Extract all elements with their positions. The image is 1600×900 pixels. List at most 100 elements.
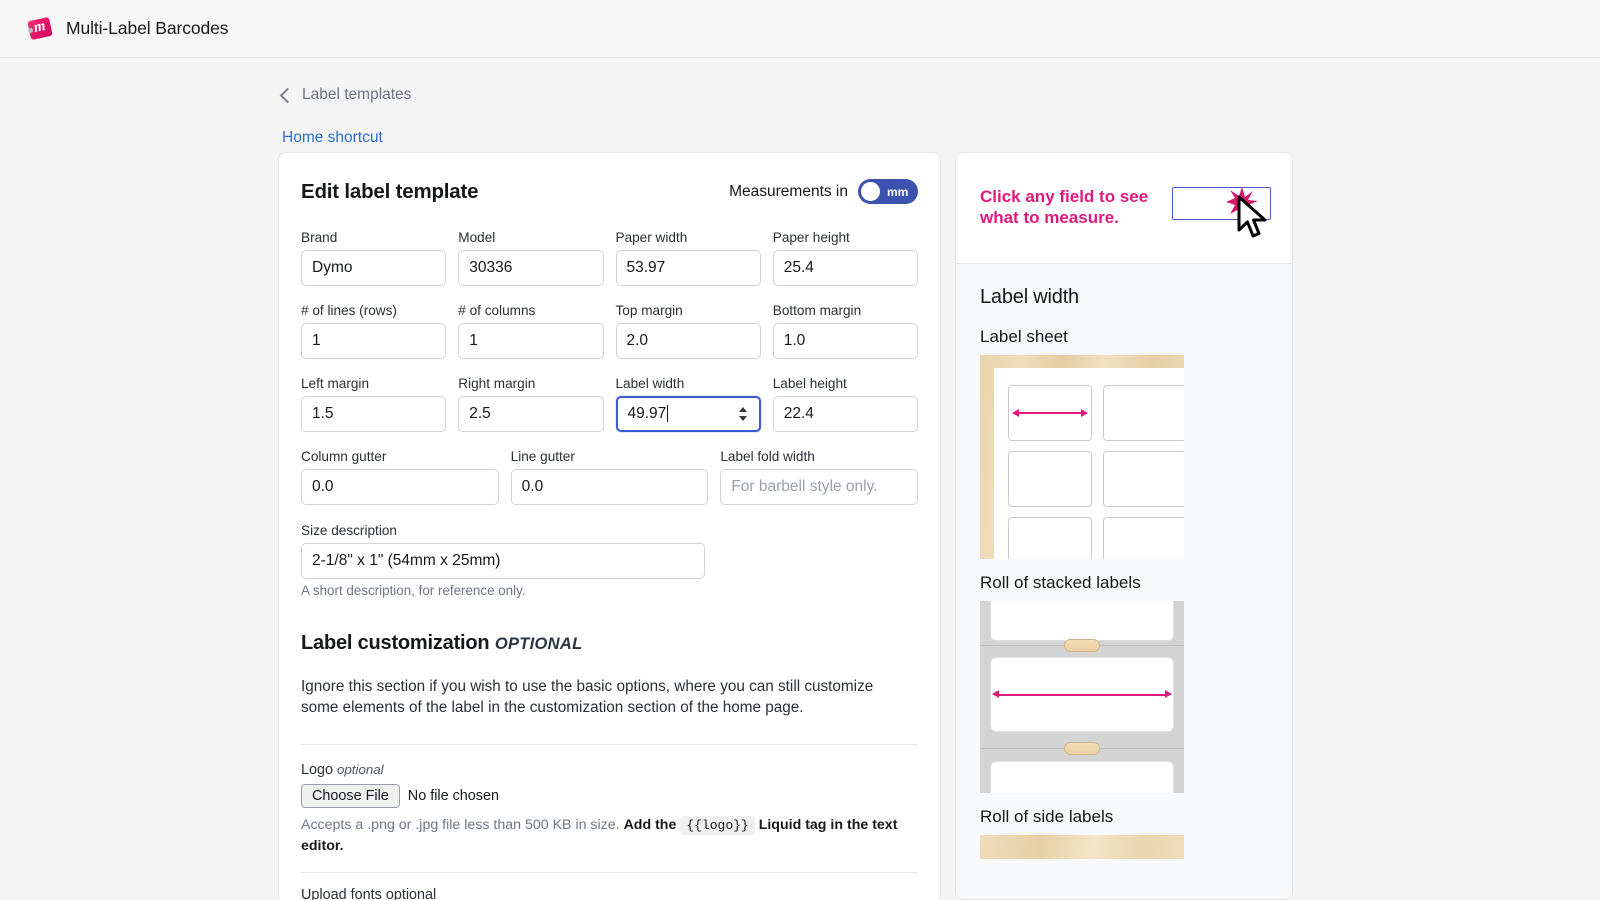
- field-paper-height: Paper height 25.4: [772, 230, 918, 286]
- sheet-label-cell: [1103, 451, 1184, 507]
- label-customization-heading-text: Label customization: [301, 632, 490, 654]
- measurement-hint-header: Click any field to see what to measure.: [956, 153, 1292, 264]
- text-caret: [667, 405, 669, 423]
- logo-note-add-the: Add the: [623, 817, 677, 834]
- right-margin-input[interactable]: 2.5: [458, 396, 604, 432]
- field-row-3: Left margin 1.5 Right margin 2.5 Label w…: [301, 376, 918, 432]
- top-margin-input[interactable]: 2.0: [615, 323, 761, 359]
- field-line-gutter: Line gutter 0.0: [510, 449, 709, 505]
- size-description-input[interactable]: 2-1/8" x 1" (54mm x 25mm): [301, 543, 705, 579]
- logo-optional-text: optional: [337, 762, 384, 778]
- fonts-section-divider: [301, 871, 918, 873]
- label-fold-width-input[interactable]: For barbell style only.: [720, 469, 918, 505]
- stepper-down-icon[interactable]: [738, 416, 747, 421]
- no-file-chosen-text: No file chosen: [407, 788, 499, 805]
- label-customization-optional-badge: OPTIONAL: [494, 635, 583, 653]
- page-title: Edit label template: [301, 179, 479, 203]
- paper-width-input[interactable]: 53.97: [615, 250, 761, 286]
- breadcrumb-label: Label templates: [302, 86, 412, 103]
- field-label-columns: # of columns: [458, 303, 536, 318]
- field-row-4: Column gutter 0.0 Line gutter 0.0 Label …: [301, 449, 918, 505]
- label-width-input[interactable]: 49.97: [615, 396, 761, 432]
- field-row-1: Brand Dymo Model 30336 Paper width 53.97…: [301, 230, 918, 286]
- toggle-unit-label: mm: [887, 184, 909, 199]
- stepper-up-icon[interactable]: [738, 407, 747, 412]
- logo-file-input-row: Choose File No file chosen: [301, 784, 918, 809]
- diagram-label-side-roll: Roll of side labels: [980, 807, 1114, 826]
- roll-tab: [1064, 639, 1100, 652]
- diagram-label-sheet: Label sheet: [980, 327, 1068, 346]
- page-body: Label templates Home shortcut Edit label…: [0, 58, 1600, 900]
- sheet-label-cell: [1008, 385, 1092, 441]
- card-header: Edit label template Measurements in mm: [301, 179, 918, 204]
- field-label-label-height: Label height: [772, 376, 847, 391]
- side-roll-diagram: [980, 835, 1184, 859]
- field-label-width: Label width 49.97: [615, 376, 761, 432]
- field-label-height: Label height 22.4: [772, 376, 918, 432]
- field-top-margin: Top margin 2.0: [615, 303, 761, 359]
- field-paper-width: Paper width 53.97: [615, 230, 761, 286]
- choose-file-button[interactable]: Choose File: [301, 784, 400, 809]
- paper-height-input[interactable]: 25.4: [772, 250, 918, 286]
- field-rows: # of lines (rows) 1: [301, 303, 447, 359]
- bottom-margin-input[interactable]: 1.0: [772, 323, 918, 359]
- section-divider: [301, 744, 918, 746]
- field-bottom-margin: Bottom margin 1.0: [772, 303, 918, 359]
- left-margin-input[interactable]: 1.5: [301, 396, 447, 432]
- measurements-unit-control: Measurements in mm: [729, 179, 918, 204]
- columns-input[interactable]: 1: [458, 323, 604, 359]
- roll-label: [990, 761, 1174, 793]
- width-measure-arrow: [992, 690, 1172, 698]
- field-left-margin: Left margin 1.5: [301, 376, 447, 432]
- measurement-hint-text: Click any field to see what to measure.: [980, 187, 1149, 227]
- measurement-title: Label width: [980, 286, 1079, 308]
- logo-note-accepts: Accepts a .png or .jpg file less than 50…: [301, 817, 620, 834]
- line-gutter-input[interactable]: 0.0: [510, 469, 709, 505]
- measurement-unit-toggle[interactable]: mm: [858, 179, 918, 204]
- field-label-paper-width: Paper width: [615, 230, 688, 245]
- brand-input[interactable]: Dymo: [301, 250, 447, 286]
- rows-input[interactable]: 1: [301, 323, 447, 359]
- number-stepper[interactable]: [738, 407, 747, 421]
- measurements-label: Measurements in: [729, 182, 848, 200]
- field-label-bottom-margin: Bottom margin: [772, 303, 862, 318]
- price-tag-icon: [27, 16, 53, 40]
- width-measure-arrow: [1012, 408, 1088, 417]
- logo-liquid-tag-code: {{logo}}: [680, 816, 755, 836]
- column-gutter-input[interactable]: 0.0: [301, 469, 499, 505]
- logo-label-text: Logo: [301, 762, 334, 779]
- roll-label: [990, 657, 1174, 732]
- label-height-input[interactable]: 22.4: [772, 396, 918, 432]
- stacked-roll-diagram: [980, 601, 1184, 793]
- field-label-rows: # of lines (rows): [301, 303, 397, 318]
- click-field-demo: [1172, 173, 1272, 243]
- home-shortcut-link[interactable]: Home shortcut: [282, 129, 383, 147]
- field-label-paper-height: Paper height: [772, 230, 850, 245]
- size-description-helper: A short description, for reference only.: [301, 583, 526, 598]
- field-columns: # of columns 1: [458, 303, 604, 359]
- label-sheet-diagram: [980, 355, 1184, 559]
- field-row-2: # of lines (rows) 1 # of columns 1 Top m…: [301, 303, 918, 359]
- logo-help-note: Accepts a .png or .jpg file less than 50…: [301, 815, 901, 856]
- mouse-pointer-icon: [1237, 195, 1267, 238]
- upload-fonts-label: Upload fonts optional: [301, 887, 918, 900]
- field-label-label-fold-width: Label fold width: [720, 449, 815, 464]
- label-customization-heading: Label customization OPTIONAL: [301, 632, 918, 655]
- field-label-model: Model: [458, 230, 496, 245]
- sheet-label-grid: [1008, 385, 1184, 559]
- field-label-column-gutter: Column gutter: [301, 449, 387, 464]
- breadcrumb-back-link[interactable]: Label templates: [279, 86, 412, 104]
- upload-fonts-optional-text: optional: [385, 886, 437, 900]
- field-label-left-margin: Left margin: [301, 376, 370, 391]
- field-right-margin: Right margin 2.5: [458, 376, 604, 432]
- field-model: Model 30336: [458, 230, 604, 286]
- field-label-brand: Brand: [301, 230, 338, 245]
- sheet-label-cell: [1103, 517, 1184, 559]
- roll-label: [990, 601, 1174, 641]
- logo-field-label: Logo optional: [301, 762, 918, 778]
- field-row-5: Size description 2-1/8" x 1" (54mm x 25m…: [301, 523, 918, 579]
- model-input[interactable]: 30336: [458, 250, 604, 286]
- label-customization-description: Ignore this section if you wish to use t…: [301, 678, 874, 716]
- field-label-line-gutter: Line gutter: [510, 449, 575, 464]
- field-size-description: Size description 2-1/8" x 1" (54mm x 25m…: [301, 523, 705, 579]
